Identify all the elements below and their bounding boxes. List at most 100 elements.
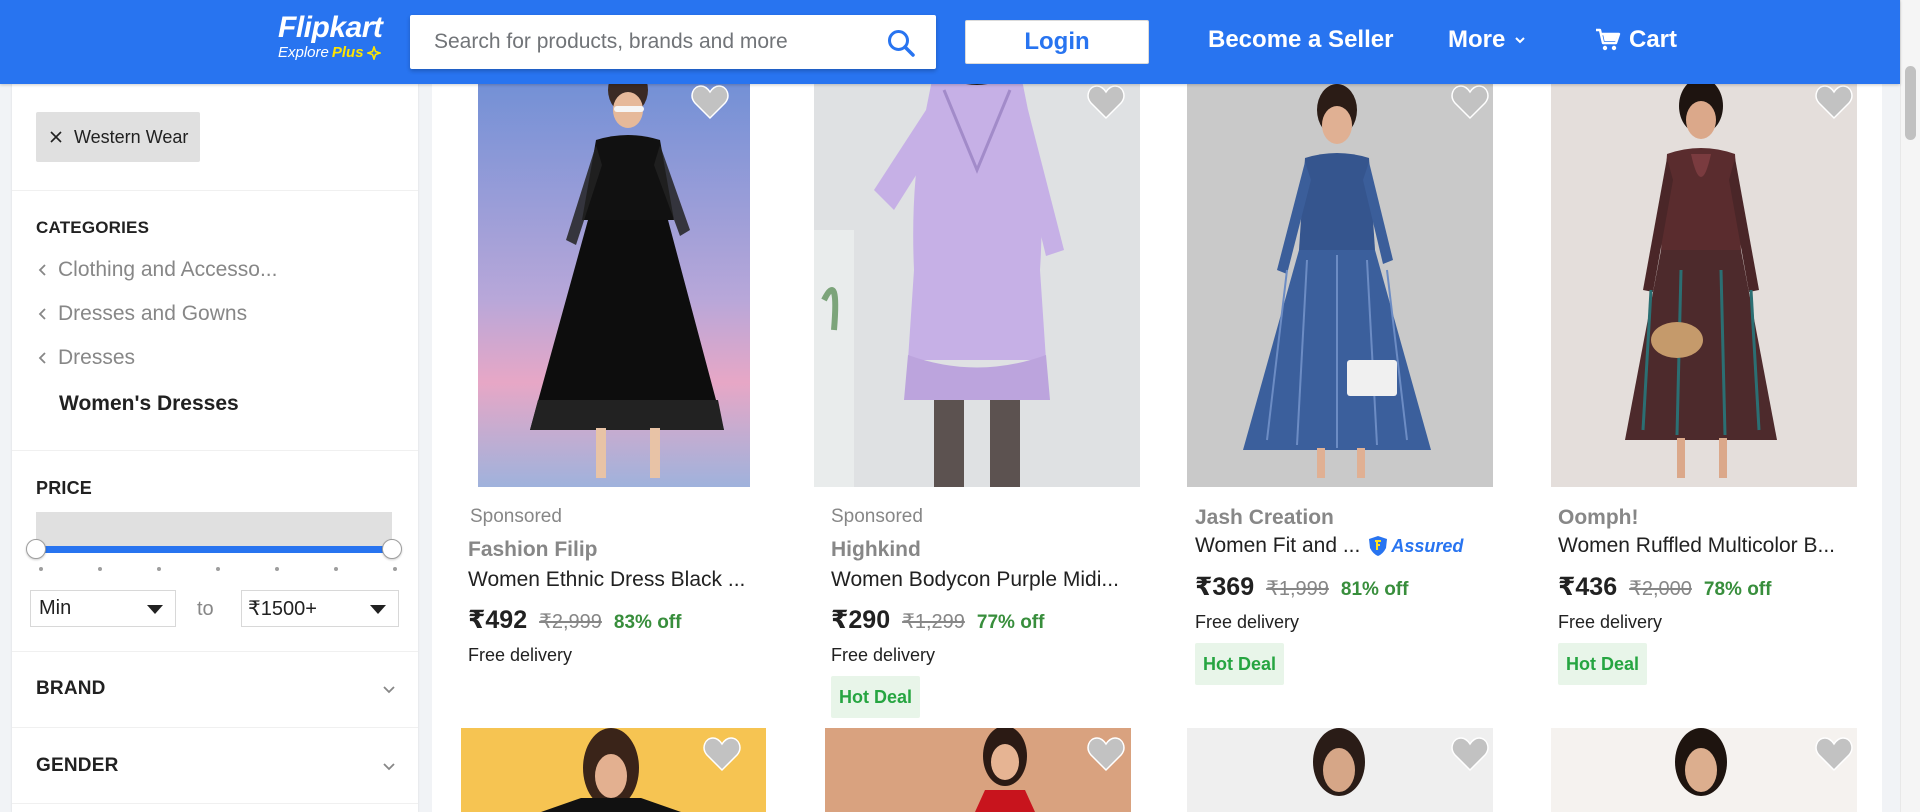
price-slider-min-handle[interactable] (26, 539, 46, 559)
divider (12, 450, 418, 451)
price-heading: PRICE (36, 478, 93, 498)
sponsored-tag: Sponsored (470, 506, 562, 527)
dress-photo (1551, 70, 1857, 487)
product-price: ₹436 (1558, 573, 1618, 601)
product-discount: 78% off (1703, 579, 1772, 600)
delivery-info: Free delivery (831, 645, 936, 665)
price-max-select[interactable]: ₹1500+ (241, 590, 399, 627)
search-icon[interactable] (886, 28, 916, 58)
wishlist-heart-icon[interactable] (690, 84, 730, 120)
login-button[interactable]: Login (965, 20, 1149, 64)
dropdown-arrow-icon (147, 605, 163, 614)
assured-badge: Assured (1368, 535, 1463, 557)
logo-tagline: Explore Plus (278, 44, 382, 61)
price-slider-max-handle[interactable] (382, 539, 402, 559)
dress-photo (478, 70, 750, 487)
price-tick (157, 567, 161, 571)
product-title[interactable]: Women Ruffled Multicolor B... (1558, 534, 1835, 558)
become-seller-link[interactable]: Become a Seller (1208, 26, 1393, 54)
wishlist-heart-icon[interactable] (702, 736, 742, 772)
divider (12, 190, 418, 191)
chevron-down-icon (1515, 37, 1526, 44)
wishlist-heart-icon[interactable] (1450, 736, 1490, 772)
divider (12, 651, 418, 652)
delivery-info: Free delivery (1558, 612, 1663, 632)
chevron-down-icon[interactable] (380, 680, 398, 698)
category-label: Clothing and Accesso... (58, 258, 278, 281)
category-label: Dresses (58, 346, 136, 369)
gender-filter-heading[interactable]: GENDER (36, 755, 119, 777)
logo-name: Flipkart (278, 11, 383, 44)
product-brand: Oomph! (1558, 506, 1639, 529)
product-discount: 81% off (1340, 579, 1409, 600)
sponsored-tag: Sponsored (831, 506, 923, 527)
product-brand: Fashion Filip (468, 538, 598, 561)
product-grid: Sponsored Fashion Filip Women Ethnic Dre… (432, 70, 1882, 812)
applied-filter-label: Western Wear (74, 126, 189, 147)
product-brand: Jash Creation (1195, 506, 1334, 529)
product-image[interactable] (1551, 728, 1857, 812)
hot-deal-badge: Hot Deal (1558, 643, 1648, 685)
close-icon[interactable] (48, 129, 64, 145)
chevron-left-icon (38, 264, 46, 276)
logo-tag-plus: Plus (331, 44, 364, 61)
hot-deal-badge: Hot Deal (831, 676, 921, 718)
delivery-info: Free delivery (468, 645, 573, 665)
header-bar: Flipkart Explore Plus Login Become a Sel… (0, 0, 1900, 84)
brand-filter-heading[interactable]: BRAND (36, 678, 106, 700)
price-tick (98, 567, 102, 571)
product-image[interactable] (814, 70, 1140, 487)
chevron-left-icon (38, 352, 46, 364)
price-histogram (36, 512, 392, 548)
logo-tag-explore: Explore (278, 44, 329, 61)
product-price: ₹492 (468, 606, 528, 634)
category-clothing[interactable]: Clothing and Accesso... (36, 258, 277, 282)
product-image[interactable] (1551, 70, 1857, 487)
filters-sidebar: Filters Western Wear CATEGORIES Clothing… (12, 70, 418, 812)
product-image[interactable] (1187, 728, 1493, 812)
categories-heading: CATEGORIES (36, 218, 150, 237)
hot-deal-badge: Hot Deal (1195, 643, 1285, 685)
assured-label: Assured (1391, 535, 1464, 556)
price-row: ₹436 ₹2,000 78% off (1558, 572, 1771, 602)
scrollbar-thumb[interactable] (1905, 66, 1916, 140)
product-mrp: ₹1,999 (1266, 578, 1329, 600)
cart-link[interactable]: Cart (1595, 26, 1677, 54)
product-image[interactable] (478, 70, 750, 487)
page-scrollbar[interactable] (1900, 0, 1920, 812)
cart-icon (1596, 28, 1621, 51)
dress-photo (1551, 728, 1857, 812)
wishlist-heart-icon[interactable] (1086, 736, 1126, 772)
divider (12, 803, 418, 804)
cart-label: Cart (1629, 26, 1678, 53)
dress-photo (1187, 70, 1493, 487)
dropdown-arrow-icon (370, 605, 386, 614)
product-title[interactable]: Women Bodycon Purple Midi... (831, 568, 1119, 592)
wishlist-heart-icon[interactable] (1450, 84, 1490, 120)
flipkart-logo[interactable]: Flipkart Explore Plus (278, 11, 383, 62)
category-label: Dresses and Gowns (58, 302, 248, 325)
price-row: ₹290 ₹1,299 77% off (831, 605, 1044, 635)
current-category: Women's Dresses (59, 392, 239, 415)
product-title[interactable]: Women Ethnic Dress Black ... (468, 568, 745, 592)
price-min-select[interactable]: Min (30, 590, 176, 627)
price-tick (216, 567, 220, 571)
product-title[interactable]: Women Fit and ... Assured (1195, 534, 1463, 558)
wishlist-heart-icon[interactable] (1814, 84, 1854, 120)
more-dropdown[interactable]: More (1448, 26, 1527, 54)
category-dresses-gowns[interactable]: Dresses and Gowns (36, 302, 247, 326)
chevron-down-icon[interactable] (380, 757, 398, 775)
product-mrp: ₹2,000 (1629, 578, 1692, 600)
wishlist-heart-icon[interactable] (1086, 84, 1126, 120)
category-dresses[interactable]: Dresses (36, 346, 135, 370)
price-slider-track[interactable] (36, 546, 392, 553)
product-price: ₹290 (831, 606, 891, 634)
wishlist-heart-icon[interactable] (1814, 736, 1854, 772)
product-mrp: ₹2,999 (539, 611, 602, 633)
price-row: ₹492 ₹2,999 83% off (468, 605, 681, 635)
price-row: ₹369 ₹1,999 81% off (1195, 572, 1408, 602)
applied-filter-chip[interactable]: Western Wear (36, 112, 201, 162)
product-image[interactable] (1187, 70, 1493, 487)
search-input[interactable] (410, 15, 850, 69)
assured-shield-icon (1369, 536, 1388, 557)
